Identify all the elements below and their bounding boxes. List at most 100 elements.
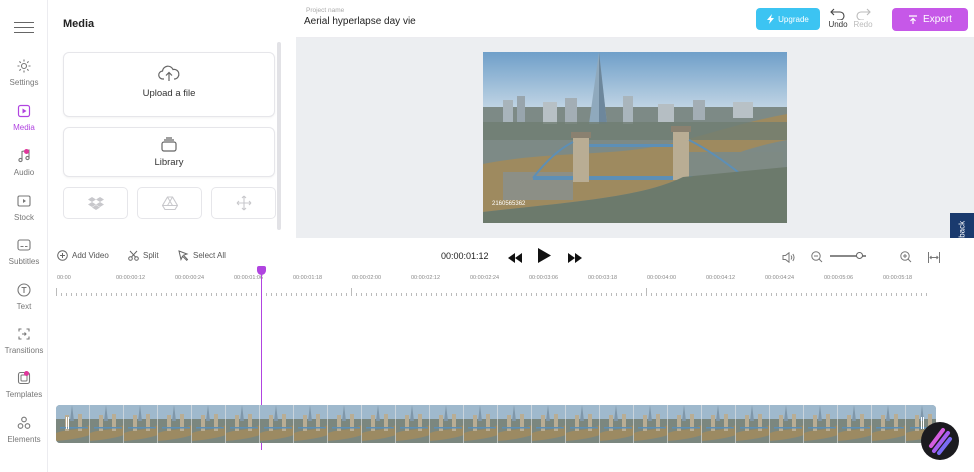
- gear-icon: [17, 59, 31, 73]
- google-drive-button[interactable]: [137, 187, 202, 219]
- add-video-label: Add Video: [72, 251, 109, 260]
- library-icon: [161, 137, 177, 152]
- upload-file-card[interactable]: Upload a file: [63, 52, 275, 117]
- subtitles-icon: [17, 239, 31, 251]
- brand-logo-icon: [929, 428, 952, 455]
- volume-icon: [782, 251, 795, 264]
- dropbox-icon: [87, 197, 104, 210]
- add-circle-icon: [57, 250, 68, 261]
- rail-label-subtitles: Subtitles: [8, 257, 40, 266]
- rewind-button[interactable]: [508, 250, 522, 268]
- rail-label-text: Text: [16, 302, 32, 311]
- top-bar: Project name Aerial hyperlapse day vie U…: [296, 0, 974, 38]
- fast-forward-icon: [568, 253, 582, 263]
- dropbox-button[interactable]: [63, 187, 128, 219]
- rail-item-stock[interactable]: Stock: [0, 193, 48, 237]
- hamburger-menu-icon[interactable]: [14, 18, 34, 36]
- rail-label-templates: Templates: [5, 390, 43, 399]
- rail-item-text[interactable]: Text: [0, 282, 48, 326]
- rail-label-stock: Stock: [13, 213, 34, 222]
- export-button[interactable]: Export: [892, 8, 968, 31]
- ruler-tick-label: 00:00:01:06: [234, 275, 264, 281]
- split-button[interactable]: Split: [128, 250, 159, 261]
- ruler-tick-label: 00:00:03:06: [529, 275, 559, 281]
- upgrade-button[interactable]: Upgrade: [756, 8, 820, 30]
- video-editor-app: Settings Media Audio Stock Subtitles Tex…: [0, 0, 974, 472]
- library-label: Library: [154, 157, 184, 168]
- preview-area: 2160565362: [296, 38, 974, 238]
- rail-item-settings[interactable]: Settings: [0, 58, 48, 102]
- stock-watermark: 2160565362: [492, 201, 526, 207]
- select-all-button[interactable]: Select All: [178, 250, 226, 261]
- ruler-tick-label: 00:00:04:24: [765, 275, 795, 281]
- link-source-button[interactable]: [211, 187, 276, 219]
- ruler-tick-label: 00:00:04:12: [706, 275, 736, 281]
- media-icon: [17, 104, 31, 118]
- new-badge-dot: [24, 149, 29, 154]
- time-ruler[interactable]: [56, 286, 930, 296]
- link-icon: [236, 195, 251, 211]
- fast-forward-button[interactable]: [568, 250, 582, 268]
- rail-label-media: Media: [13, 123, 35, 132]
- cloud-upload-icon: [158, 65, 180, 81]
- rail-item-transitions[interactable]: Transitions: [0, 326, 48, 370]
- ruler-tick-label: 00:00:00:24: [175, 275, 205, 281]
- video-clip[interactable]: [56, 405, 936, 443]
- add-video-button[interactable]: Add Video: [57, 250, 109, 261]
- current-timecode: 00:00:01:12: [441, 251, 489, 261]
- library-card[interactable]: Library: [63, 127, 275, 177]
- cursor-select-icon: [178, 250, 189, 261]
- ruler-tick-label: 00:00:03:18: [588, 275, 618, 281]
- split-label: Split: [143, 251, 159, 260]
- rail-label-settings: Settings: [9, 78, 39, 87]
- rail-item-elements[interactable]: Elements: [0, 415, 48, 459]
- text-icon: [17, 283, 31, 297]
- transitions-icon: [18, 328, 30, 340]
- zoom-slider-handle[interactable]: [856, 252, 863, 259]
- project-name-field[interactable]: Aerial hyperlapse day vie: [304, 16, 422, 34]
- ruler-tick-label: 00:00:05:18: [883, 275, 913, 281]
- new-badge-dot: [24, 371, 29, 376]
- elements-icon: [17, 416, 31, 429]
- ruler-tick-label: 00:00:02:24: [470, 275, 500, 281]
- rail-label-audio: Audio: [13, 168, 35, 177]
- clip-trim-handle-left[interactable]: [66, 417, 69, 429]
- zoom-in-icon: [900, 251, 912, 263]
- rail-item-subtitles[interactable]: Subtitles: [0, 237, 48, 281]
- zoom-out-icon: [811, 251, 823, 263]
- upload-file-label: Upload a file: [142, 88, 196, 99]
- zoom-in-button[interactable]: [900, 250, 912, 268]
- ruler-tick-label: 00:00:04:00: [647, 275, 677, 281]
- left-rail: Settings Media Audio Stock Subtitles Tex…: [0, 0, 48, 472]
- undo-icon: [830, 8, 845, 20]
- rail-label-transitions: Transitions: [4, 346, 44, 355]
- upgrade-label: Upgrade: [778, 14, 809, 24]
- app-logo-button[interactable]: [921, 422, 959, 460]
- export-icon: [909, 14, 918, 24]
- fit-width-icon: [928, 252, 940, 263]
- stock-video-icon: [17, 195, 31, 207]
- video-preview[interactable]: 2160565362: [483, 52, 787, 223]
- tower-bridge-aerial-image: [483, 52, 787, 223]
- panel-scrollbar[interactable]: [277, 42, 281, 230]
- ruler-tick-label: 00:00:00:12: [116, 275, 146, 281]
- media-panel: Media Upload a file Library: [48, 0, 296, 238]
- rail-item-audio[interactable]: Audio: [0, 148, 48, 192]
- rail-label-elements: Elements: [7, 435, 41, 444]
- rewind-icon: [508, 253, 522, 263]
- volume-button[interactable]: [782, 250, 795, 268]
- google-drive-icon: [161, 196, 178, 210]
- rail-item-media[interactable]: Media: [0, 103, 48, 147]
- undo-button[interactable]: Undo: [826, 8, 850, 29]
- scissors-icon: [128, 250, 139, 261]
- export-label: Export: [923, 14, 952, 25]
- zoom-out-button[interactable]: [811, 250, 823, 268]
- ruler-tick-label: 00:00:02:12: [411, 275, 441, 281]
- play-button[interactable]: [538, 248, 551, 268]
- playhead-handle[interactable]: [257, 266, 266, 275]
- redo-button[interactable]: Redo: [851, 8, 875, 29]
- ruler-tick-label: 00:00:05:06: [824, 275, 854, 281]
- clip-filmstrip-thumbnails: [56, 405, 936, 443]
- rail-item-templates[interactable]: Templates: [0, 370, 48, 414]
- fit-timeline-button[interactable]: [928, 250, 940, 268]
